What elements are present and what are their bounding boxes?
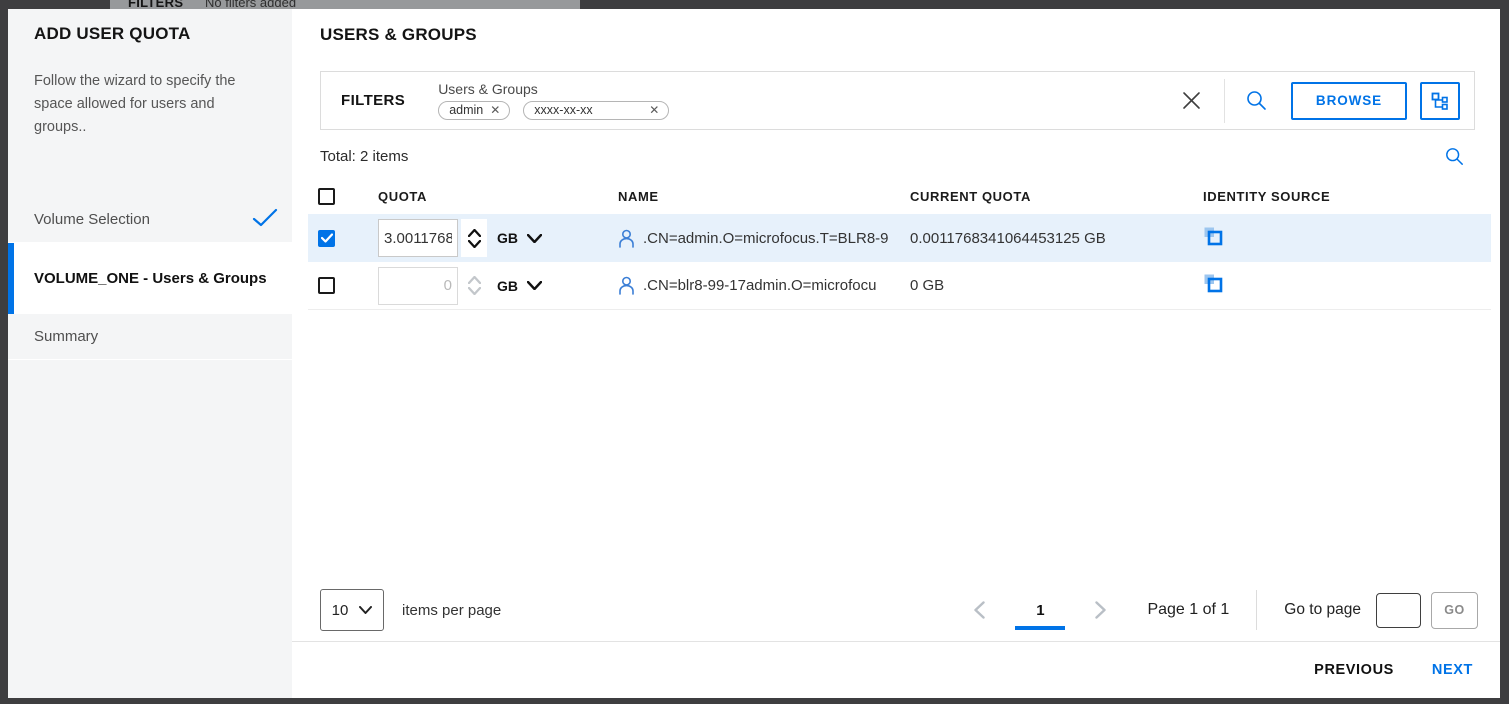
wizard-steps: Volume Selection VOLUME_ONE - Users & Gr… <box>8 197 292 360</box>
table-search-icon[interactable] <box>1445 147 1464 166</box>
user-icon <box>618 276 635 295</box>
user-name-text: .CN=blr8-99-17admin.O=microfocu <box>643 277 876 294</box>
filters-label: FILTERS <box>341 92 405 109</box>
filter-chip-admin[interactable]: admin ✕ <box>438 101 510 120</box>
background-filters-status: No filters added <box>205 0 296 9</box>
background-collapse-chevron-icon: ⌃ <box>1464 0 1476 9</box>
table-header-row: QUOTA NAME CURRENT QUOTA IDENTITY SOURCE <box>308 178 1491 214</box>
wizard-title: ADD USER QUOTA <box>34 24 266 44</box>
total-items-text: Total: 2 items <box>320 148 408 165</box>
add-user-quota-dialog: ADD USER QUOTA Follow the wizard to spec… <box>8 9 1500 698</box>
current-page-number[interactable]: 1 <box>1015 602 1065 630</box>
page-info-text: Page 1 of 1 <box>1147 601 1229 619</box>
user-name-text: .CN=admin.O=microfocus.T=BLR8-9 <box>643 230 889 247</box>
quota-stepper[interactable] <box>461 267 487 305</box>
step-label: VOLUME_ONE - Users & Groups <box>34 265 267 293</box>
user-icon <box>618 229 635 248</box>
chip-remove-icon[interactable]: ✕ <box>490 105 500 115</box>
wizard-sidebar: ADD USER QUOTA Follow the wizard to spec… <box>8 9 292 698</box>
next-page-icon[interactable] <box>1089 597 1112 623</box>
clear-filters-icon[interactable] <box>1182 91 1201 110</box>
quota-unit-select[interactable]: GB <box>497 278 542 294</box>
pagination-bar: 10 items per page 1 Page 1 of 1 Go to pa… <box>320 588 1478 632</box>
column-header-quota: QUOTA <box>368 189 608 204</box>
current-quota-text: 0.0011768341064453125 GB <box>900 230 1193 247</box>
previous-page-icon[interactable] <box>968 597 991 623</box>
filter-chip-label: xxxx-xx-xx <box>534 103 592 117</box>
filter-chip-label: admin <box>449 103 483 117</box>
go-button[interactable]: GO <box>1431 592 1478 629</box>
items-per-page-select[interactable]: 10 <box>320 589 384 631</box>
identity-source-icon <box>1203 273 1223 293</box>
wizard-footer: PREVIOUS NEXT <box>292 641 1500 698</box>
quota-unit-label: GB <box>497 278 518 294</box>
filter-chip-date[interactable]: xxxx-xx-xx ✕ <box>523 101 669 120</box>
column-header-current-quota: CURRENT QUOTA <box>900 189 1193 204</box>
wizard-main-panel: USERS & GROUPS FILTERS Users & Groups ad… <box>292 9 1500 698</box>
goto-page-label: Go to page <box>1284 601 1361 619</box>
results-summary-row: Total: 2 items <box>320 147 1482 166</box>
select-all-checkbox[interactable] <box>318 188 335 205</box>
step-completed-check-icon <box>252 208 278 232</box>
quota-unit-label: GB <box>497 230 518 246</box>
background-filters-label: FILTERS <box>128 0 183 9</box>
filter-bar-divider <box>1224 79 1225 123</box>
step-summary[interactable]: Summary <box>8 314 292 360</box>
background-filter-bar-fragment: FILTERS No filters added <box>110 0 580 9</box>
table-row: GB .CN=blr8-99-17admin.O=microfocu 0 GB <box>308 262 1491 310</box>
quota-stepper[interactable] <box>461 219 487 257</box>
filter-group-users-groups: Users & Groups admin ✕ xxxx-xx-xx ✕ <box>438 82 669 120</box>
users-groups-table: QUOTA NAME CURRENT QUOTA IDENTITY SOURCE <box>308 178 1491 310</box>
table-row: GB .CN=admin.O=microfocus.T=BLR8-9 0.001… <box>308 214 1491 262</box>
step-label: Volume Selection <box>34 211 150 228</box>
browse-button[interactable]: BROWSE <box>1291 82 1407 120</box>
quota-unit-select[interactable]: GB <box>497 230 542 246</box>
row-checkbox[interactable] <box>318 230 335 247</box>
chevron-down-icon <box>527 234 542 243</box>
items-per-page-value: 10 <box>332 602 349 619</box>
next-button[interactable]: NEXT <box>1432 662 1473 678</box>
background-page-sliver: FILTERS No filters added ⌃ <box>8 0 1500 9</box>
chevron-down-icon <box>527 281 542 290</box>
goto-page-input[interactable] <box>1376 593 1421 628</box>
identity-source-icon <box>1203 226 1223 246</box>
chip-remove-icon[interactable]: ✕ <box>649 105 659 115</box>
step-volume-selection[interactable]: Volume Selection <box>8 197 292 243</box>
search-icon[interactable] <box>1246 90 1267 111</box>
items-per-page-label: items per page <box>402 602 501 619</box>
pagination-divider <box>1256 590 1257 630</box>
filter-bar: FILTERS Users & Groups admin ✕ xxxx-xx-x… <box>320 71 1475 130</box>
filter-group-label: Users & Groups <box>438 82 669 97</box>
quota-value-input[interactable] <box>378 267 458 305</box>
quota-value-input[interactable] <box>378 219 458 257</box>
step-volume-one-users-groups[interactable]: VOLUME_ONE - Users & Groups <box>8 243 292 314</box>
column-header-identity-source: IDENTITY SOURCE <box>1193 189 1491 204</box>
current-quota-text: 0 GB <box>900 277 1193 294</box>
column-header-name: NAME <box>608 189 900 204</box>
page-title: USERS & GROUPS <box>320 25 1482 45</box>
browse-tree-icon-button[interactable] <box>1420 82 1460 120</box>
row-checkbox[interactable] <box>318 277 335 294</box>
previous-button[interactable]: PREVIOUS <box>1314 662 1394 678</box>
chevron-down-icon <box>359 606 372 614</box>
wizard-description: Follow the wizard to specify the space a… <box>34 70 266 139</box>
step-label: Summary <box>34 328 98 345</box>
